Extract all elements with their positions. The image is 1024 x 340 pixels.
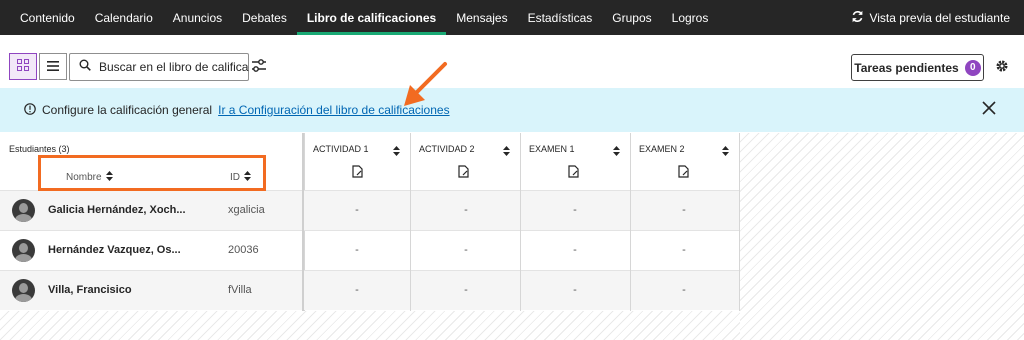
empty-area-bottom: [0, 311, 740, 340]
grade-cell[interactable]: -: [569, 244, 581, 256]
assignment-icon: [568, 165, 579, 183]
column-divider: [410, 133, 411, 311]
grade-cell[interactable]: -: [351, 204, 363, 216]
pending-tasks-button[interactable]: Tareas pendientes 0: [851, 54, 984, 81]
student-preview-label: Vista previa del estudiante: [869, 10, 1010, 25]
filter-icon[interactable]: [252, 59, 266, 78]
nav-item-grupos[interactable]: Grupos: [602, 0, 661, 35]
column-title: EXAMEN 1: [529, 144, 575, 154]
student-id: 20036: [228, 244, 259, 256]
table-row[interactable]: Galicia Hernández, Xoch... xgalicia - - …: [0, 190, 740, 230]
column-title: EXAMEN 2: [639, 144, 685, 154]
grade-cell[interactable]: -: [460, 244, 472, 256]
avatar: [12, 199, 35, 222]
assignment-icon: [458, 165, 469, 183]
column-title: ACTIVIDAD 1: [313, 144, 369, 154]
column-header: EXAMEN 2: [631, 133, 739, 190]
search-icon: [79, 58, 91, 76]
refresh-icon: [851, 10, 864, 26]
list-view-icon: [47, 58, 59, 76]
nav-item-estadisticas[interactable]: Estadísticas: [518, 0, 603, 35]
gear-icon[interactable]: [995, 59, 1009, 78]
close-icon[interactable]: [982, 101, 996, 118]
view-toggle: [9, 53, 67, 80]
students-count-label: Estudiantes (3): [9, 144, 70, 154]
student-id: xgalicia: [228, 204, 265, 216]
annotation-arrow-icon: [400, 60, 450, 115]
nav-item-anuncios[interactable]: Anuncios: [163, 0, 232, 35]
list-view-button[interactable]: [39, 53, 67, 80]
grade-cell[interactable]: -: [569, 204, 581, 216]
search-input[interactable]: [99, 60, 249, 74]
column-divider: [630, 133, 631, 311]
grid-view-icon: [17, 58, 29, 76]
column-divider: [302, 133, 304, 311]
empty-area: [740, 133, 1024, 340]
grade-cell[interactable]: -: [460, 284, 472, 296]
table-row[interactable]: Hernández Vazquez, Os... 20036 - - - -: [0, 230, 740, 270]
nav-item-mensajes[interactable]: Mensajes: [446, 0, 517, 35]
grade-cell[interactable]: -: [351, 284, 363, 296]
course-nav: Contenido Calendario Anuncios Debates Li…: [0, 0, 1024, 35]
student-name[interactable]: Galicia Hernández, Xoch...: [48, 204, 186, 216]
student-name[interactable]: Hernández Vazquez, Os...: [48, 244, 181, 256]
avatar: [12, 239, 35, 262]
grade-cell[interactable]: -: [678, 244, 690, 256]
nav-item-libro-de-calificaciones[interactable]: Libro de calificaciones: [296, 0, 447, 35]
student-preview-button[interactable]: Vista previa del estudiante: [851, 0, 1010, 35]
column-divider: [739, 133, 740, 311]
assignment-icon: [678, 165, 689, 183]
sort-icon[interactable]: [503, 143, 510, 161]
pending-tasks-label: Tareas pendientes: [854, 60, 959, 75]
sort-icon[interactable]: [393, 143, 400, 161]
column-header: ACTIVIDAD 2: [411, 133, 520, 190]
nav-item-debates[interactable]: Debates: [232, 0, 297, 35]
column-header: ACTIVIDAD 1: [305, 133, 410, 190]
grade-cell[interactable]: -: [460, 204, 472, 216]
info-icon: [24, 102, 36, 118]
student-name[interactable]: Villa, Francisico: [48, 284, 132, 296]
overall-grade-banner: Configure la calificación general Ir a C…: [0, 88, 1024, 132]
grade-cell[interactable]: -: [569, 284, 581, 296]
column-title: ACTIVIDAD 2: [419, 144, 475, 154]
assignment-icon: [352, 165, 363, 183]
sort-icon[interactable]: [613, 143, 620, 161]
grid-view-button[interactable]: [9, 53, 37, 80]
column-divider: [520, 133, 521, 311]
grade-cell[interactable]: -: [351, 244, 363, 256]
avatar: [12, 279, 35, 302]
nav-item-logros[interactable]: Logros: [662, 0, 719, 35]
sort-icon[interactable]: [722, 143, 729, 161]
gradebook-search: [69, 53, 249, 81]
table-row[interactable]: Villa, Francisico fVilla - - - -: [0, 270, 740, 310]
pending-count-badge: 0: [964, 59, 981, 76]
grade-cell[interactable]: -: [678, 204, 690, 216]
nav-item-contenido[interactable]: Contenido: [0, 0, 85, 35]
banner-text: Configure la calificación general: [42, 103, 213, 117]
column-header: EXAMEN 1: [521, 133, 630, 190]
nav-item-calendario[interactable]: Calendario: [85, 0, 163, 35]
grade-cell[interactable]: -: [678, 284, 690, 296]
annotation-highlight-box: [38, 155, 266, 191]
student-id: fVilla: [228, 284, 252, 296]
